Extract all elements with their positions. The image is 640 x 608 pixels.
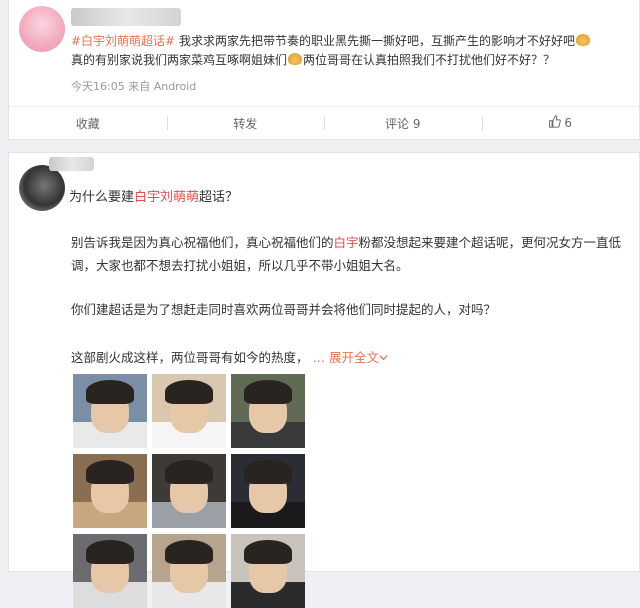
avatar[interactable] bbox=[19, 165, 65, 211]
repost-button[interactable]: 转发 bbox=[166, 107, 325, 139]
thumbs-up-icon bbox=[548, 115, 562, 131]
photo-hair bbox=[244, 379, 292, 404]
highlight-name: 白宇 bbox=[333, 235, 359, 250]
avatar[interactable] bbox=[19, 6, 65, 52]
expand-label: 展开全文 bbox=[328, 350, 379, 365]
post-paragraph: 你们建超话是为了想赶走同时喜欢两位哥哥并会将他们同时提起的人，对吗？ bbox=[71, 302, 497, 317]
photo-thumbnail[interactable] bbox=[152, 374, 226, 448]
collect-label: 收藏 bbox=[75, 116, 100, 131]
comment-button[interactable]: 评论 9 bbox=[324, 107, 482, 139]
expand-full-text-link[interactable]: … 展开全文 bbox=[313, 350, 389, 365]
photo-hair bbox=[244, 539, 292, 564]
photo-thumbnail[interactable] bbox=[73, 454, 147, 528]
photo-hair bbox=[165, 539, 213, 564]
question-text: 为什么要建 bbox=[69, 190, 135, 205]
post-text-part: 两位哥哥在认真拍照我们不打扰他们好不好？？ bbox=[303, 53, 556, 67]
post-paragraph: 别告诉我是因为真心祝福他们，真心祝福他们的白宇粉都没想起来要建个超话呢，更何况女… bbox=[71, 231, 631, 277]
photo-hair bbox=[165, 459, 213, 484]
post-card-2: 为什么要建白宇刘萌萌超话？ 别告诉我是因为真心祝福他们，真心祝福他们的白宇粉都没… bbox=[8, 152, 640, 608]
photo-thumbnail[interactable] bbox=[231, 454, 305, 528]
comment-label: 评论 9 bbox=[385, 116, 421, 131]
username-blurred[interactable] bbox=[71, 8, 181, 26]
post-card-1: #白宇刘萌萌超话# 我求求两家先把带节奏的职业黑先撕一撕好吧，互撕产生的影响才不… bbox=[8, 0, 640, 140]
action-bar: 收藏 转发 评论 9 6 bbox=[9, 106, 639, 139]
like-button[interactable]: 6 bbox=[481, 107, 640, 139]
question-text: 超话？ bbox=[199, 190, 239, 205]
highlight-name: 白宇刘萌萌 bbox=[134, 190, 200, 205]
collect-button[interactable]: 收藏 bbox=[9, 107, 167, 139]
post-text-part: 我求求两家先把带节奏的职业黑先撕一撕好吧，互撕产生的影响才不好好吧 bbox=[175, 34, 575, 48]
post-text-part: 真的有别家说我们两家菜鸡互啄啊姐妹们 bbox=[71, 53, 288, 67]
photo-thumbnail[interactable] bbox=[152, 534, 226, 608]
photo-hair bbox=[86, 539, 134, 564]
post-text: #白宇刘萌萌超话# 我求求两家先把带节奏的职业黑先撕一撕好吧，互撕产生的影响才不… bbox=[71, 32, 631, 70]
paragraph-text: 别告诉我是因为真心祝福他们，真心祝福他们的 bbox=[71, 235, 334, 250]
post-paragraph: 这部剧火成这样，两位哥哥有如今的热度， … 展开全文 bbox=[71, 346, 631, 369]
photo-hair bbox=[244, 459, 292, 484]
topic-tag-link[interactable]: #白宇刘萌萌超话# bbox=[71, 34, 175, 48]
like-count: 6 bbox=[564, 116, 573, 130]
photo-hair bbox=[165, 379, 213, 404]
post-question: 为什么要建白宇刘萌萌超话？ bbox=[69, 186, 238, 205]
repost-label: 转发 bbox=[233, 116, 258, 131]
photo-thumbnail[interactable] bbox=[231, 374, 305, 448]
pray-emoji-icon bbox=[288, 53, 303, 65]
photo-thumbnail[interactable] bbox=[73, 534, 147, 608]
photo-hair bbox=[86, 459, 134, 484]
chevron-down-icon bbox=[379, 355, 388, 361]
pray-emoji-icon bbox=[575, 34, 590, 46]
photo-thumbnail[interactable] bbox=[152, 454, 226, 528]
photo-thumbnail[interactable] bbox=[73, 374, 147, 448]
photo-hair bbox=[86, 379, 134, 404]
photo-grid bbox=[73, 374, 309, 608]
paragraph-text: 这部剧火成这样，两位哥哥有如今的热度， bbox=[71, 350, 309, 365]
username-blurred[interactable] bbox=[49, 157, 94, 171]
post-meta: 今天16:05 来自 Android bbox=[71, 80, 197, 93]
photo-thumbnail[interactable] bbox=[231, 534, 305, 608]
